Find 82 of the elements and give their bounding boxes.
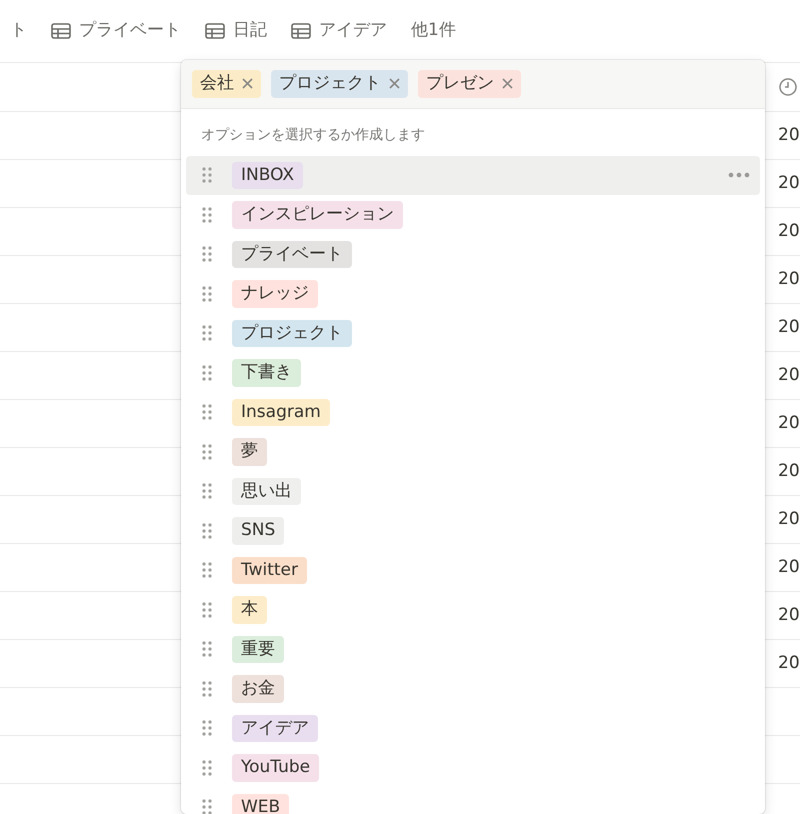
drag-handle-icon[interactable] [202, 404, 212, 420]
option-row[interactable]: お金 [186, 669, 760, 708]
option-row[interactable]: インスピレーション [186, 195, 760, 234]
close-icon [389, 78, 400, 90]
date-cell-text: 20 [778, 508, 800, 531]
selected-tag: プロジェクト [271, 70, 408, 98]
drag-handle-icon[interactable] [202, 444, 212, 460]
option-tag: お金 [232, 675, 284, 702]
option-row[interactable]: 夢 [186, 432, 760, 472]
date-cell-text: 20 [778, 556, 800, 579]
option-row[interactable]: ナレッジ [186, 274, 760, 314]
view-tab[interactable]: アイデア [291, 18, 387, 44]
drag-handle-icon[interactable] [202, 483, 212, 500]
drag-handle-icon[interactable] [202, 760, 212, 776]
option-row[interactable]: 思い出 [186, 472, 760, 511]
drag-handle-icon[interactable] [202, 364, 212, 381]
option-tag: 重要 [232, 636, 284, 663]
table-icon [291, 23, 311, 39]
close-icon [242, 78, 253, 90]
option-tag: 本 [232, 596, 267, 624]
option-row[interactable]: Twitter [186, 550, 760, 590]
view-tab[interactable]: プライベート [51, 18, 181, 44]
option-tag: 夢 [232, 438, 267, 466]
option-row[interactable]: WEB [186, 788, 760, 814]
drag-handle-icon[interactable] [202, 720, 212, 736]
option-row[interactable]: SNS [186, 511, 760, 550]
option-row[interactable]: 本 [186, 590, 760, 630]
drag-handle-icon[interactable] [202, 522, 212, 539]
selected-tag: プレゼン [418, 70, 521, 98]
option-row[interactable]: プロジェクト [186, 314, 760, 353]
option-tag: 思い出 [232, 478, 301, 505]
drag-handle-icon[interactable] [202, 562, 212, 578]
date-cell-text: 20 [778, 412, 800, 435]
option-tag: INBOX [232, 162, 304, 189]
option-tag: インスピレーション [232, 201, 403, 228]
drag-handle-icon[interactable] [202, 167, 212, 184]
more-button[interactable] [728, 172, 750, 178]
date-cell-text: 20 [778, 268, 800, 291]
close-icon [502, 78, 513, 90]
option-tag: Insagram [232, 398, 330, 426]
date-cell-text: 20 [778, 124, 800, 147]
date-cell-text: 20 [778, 460, 800, 483]
option-tag: Twitter [232, 556, 307, 584]
option-row[interactable]: 下書き [186, 353, 760, 392]
drag-handle-icon[interactable] [202, 641, 212, 658]
date-cell-text: 20 [778, 364, 800, 387]
drag-handle-icon[interactable] [202, 246, 212, 262]
option-row[interactable]: INBOX [186, 156, 760, 195]
view-tab[interactable]: 日記 [205, 18, 267, 44]
option-tag: アイデア [232, 714, 318, 742]
option-tag: 下書き [232, 359, 301, 386]
option-tag: ナレッジ [232, 280, 318, 308]
table-icon [205, 23, 225, 39]
drag-handle-icon[interactable] [202, 325, 212, 342]
option-tag: SNS [232, 517, 284, 544]
date-cell-text: 20 [778, 172, 800, 195]
selected-tag: 会社 [192, 70, 261, 98]
date-cell-text: 20 [778, 220, 800, 243]
date-cell-text: 20 [778, 604, 800, 627]
selected-tags-bar[interactable]: 会社 プロジェクト プレゼン [181, 60, 765, 108]
option-tag: YouTube [232, 754, 320, 782]
option-tag: プロジェクト [232, 320, 352, 347]
view-tab[interactable]: ト [10, 18, 27, 44]
option-tag: プライベート [232, 240, 352, 268]
option-row[interactable]: 重要 [186, 630, 760, 669]
date-cell-text: 20 [778, 652, 800, 675]
drag-handle-icon[interactable] [202, 206, 212, 223]
clock-icon [778, 77, 798, 97]
drag-handle-icon[interactable] [202, 799, 212, 814]
option-row[interactable]: アイデア [186, 708, 760, 748]
option-row[interactable]: YouTube [186, 748, 760, 788]
date-cell-text: 20 [778, 316, 800, 339]
option-row[interactable]: Insagram [186, 392, 760, 432]
view-tab[interactable]: 他1件 [411, 18, 456, 44]
drag-handle-icon[interactable] [202, 680, 212, 697]
option-row[interactable]: プライベート [186, 234, 760, 274]
drag-handle-icon[interactable] [202, 286, 212, 302]
more-icon [728, 172, 750, 178]
picker-hint: オプションを選択するか作成します [200, 126, 426, 144]
table-icon [51, 23, 71, 39]
drag-handle-icon[interactable] [202, 602, 212, 618]
option-tag: WEB [232, 794, 290, 814]
